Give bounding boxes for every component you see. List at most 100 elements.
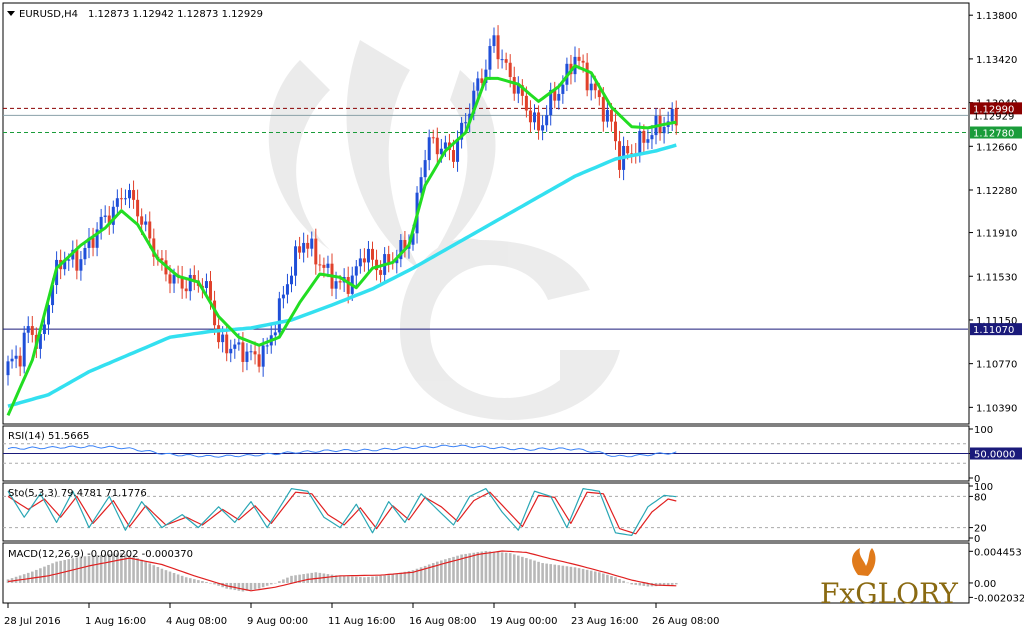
macd-bar bbox=[269, 582, 273, 585]
chart-ohlc: 1.12873 1.12942 1.12873 1.12929 bbox=[88, 9, 263, 20]
macd-bar bbox=[480, 551, 484, 583]
price-tick-label: 1.13420 bbox=[976, 55, 1017, 66]
macd-bar bbox=[241, 582, 245, 592]
time-tick-label: 9 Aug 00:00 bbox=[247, 616, 308, 627]
macd-bar bbox=[233, 582, 237, 591]
osc-tick-label: 0 bbox=[974, 534, 980, 545]
time-tick-label: 23 Aug 16:00 bbox=[571, 616, 638, 627]
osc-tick-label: -0.002032 bbox=[974, 593, 1024, 604]
macd-bar bbox=[472, 552, 476, 583]
macd-bar bbox=[618, 579, 621, 583]
macd-bar bbox=[670, 582, 674, 585]
macd-bar bbox=[371, 576, 374, 583]
macd-bar bbox=[557, 565, 561, 583]
macd-bar bbox=[367, 576, 370, 583]
macd-bar bbox=[59, 560, 62, 583]
macd-bar bbox=[26, 572, 30, 583]
macd-bar bbox=[140, 559, 143, 583]
macd-bar bbox=[602, 573, 605, 583]
macd-bar bbox=[274, 582, 277, 584]
macd-bar bbox=[39, 568, 42, 583]
chart-window: EURUSD,H4 1.12873 1.12942 1.12873 1.1292… bbox=[0, 0, 1024, 636]
macd-bar bbox=[136, 558, 139, 583]
macd-bar bbox=[156, 566, 160, 583]
macd-bar bbox=[375, 576, 378, 583]
macd-bar bbox=[253, 582, 257, 590]
macd-bar bbox=[342, 576, 346, 583]
level-label-support: 1.12780 bbox=[970, 126, 1022, 140]
osc-tick-label: 80 bbox=[974, 492, 987, 503]
macd-bar bbox=[387, 575, 390, 583]
macd-bar bbox=[306, 573, 309, 583]
macd-bar bbox=[338, 575, 342, 583]
macd-bar bbox=[517, 555, 520, 583]
svg-text:1.12780: 1.12780 bbox=[973, 129, 1014, 140]
macd-bar bbox=[132, 556, 135, 583]
macd-bar bbox=[302, 574, 305, 583]
macd-bar bbox=[290, 575, 293, 583]
macd-bar bbox=[350, 576, 354, 583]
macd-bar bbox=[359, 577, 362, 583]
macd-bar bbox=[213, 582, 216, 585]
macd-bar bbox=[476, 552, 480, 583]
macd-bar bbox=[642, 582, 646, 586]
macd-bar bbox=[525, 558, 528, 583]
macd-bar bbox=[521, 556, 524, 583]
svg-text:1.11070: 1.11070 bbox=[973, 325, 1014, 336]
macd-bar bbox=[237, 582, 241, 591]
macd-bar bbox=[286, 577, 289, 583]
stochastic-panel bbox=[2, 482, 970, 542]
price-axis: 1.138001.134201.130401.126601.122801.119… bbox=[969, 11, 1022, 414]
macd-bar bbox=[468, 553, 471, 583]
macd-bar bbox=[549, 564, 552, 583]
osc-tick-label: 100 bbox=[974, 425, 993, 436]
candle bbox=[22, 325, 26, 374]
macd-bar bbox=[577, 568, 581, 583]
macd-bar bbox=[565, 566, 569, 583]
macd-bar bbox=[492, 551, 496, 583]
macd-bar bbox=[209, 582, 212, 584]
macd-bar bbox=[508, 553, 512, 583]
macd-bar bbox=[31, 571, 34, 583]
macd-bar bbox=[622, 580, 625, 583]
osc-tick-label: 0.00 bbox=[974, 579, 996, 590]
macd-bar bbox=[589, 570, 593, 583]
price-tick-label: 1.11530 bbox=[976, 272, 1017, 283]
macd-bar bbox=[47, 564, 50, 583]
macd-bar bbox=[188, 578, 192, 583]
rsi-axis: 100050.0000 bbox=[969, 425, 1022, 485]
macd-bar bbox=[484, 550, 488, 583]
macd-bar bbox=[249, 582, 253, 591]
price-tick-label: 1.11910 bbox=[976, 229, 1017, 240]
macd-bar bbox=[610, 576, 613, 583]
candle bbox=[277, 291, 281, 339]
macd-bar bbox=[326, 574, 330, 583]
macd-bar bbox=[201, 581, 204, 583]
macd-bar bbox=[553, 564, 557, 583]
level-label-support-2: 1.11070 bbox=[970, 323, 1022, 336]
macd-bar bbox=[379, 575, 382, 583]
time-tick-label: 4 Aug 08:00 bbox=[166, 616, 227, 627]
macd-bar bbox=[282, 579, 285, 583]
time-tick-label: 1 Aug 16:00 bbox=[85, 616, 146, 627]
time-axis: 28 Jul 2016 1 Aug 16:00 4 Aug 08:00 9 Aug 0… bbox=[4, 603, 719, 627]
macd-bar bbox=[614, 577, 617, 583]
macd-bar bbox=[75, 557, 79, 583]
macd-bar bbox=[205, 582, 208, 583]
price-tick-label: 1.10770 bbox=[976, 360, 1017, 371]
macd-bar bbox=[606, 574, 609, 583]
macd-bar bbox=[83, 556, 87, 583]
time-tick-label: 11 Aug 16:00 bbox=[328, 616, 395, 627]
macd-bar bbox=[391, 574, 395, 583]
time-tick-label: 28 Jul 2016 bbox=[4, 616, 61, 627]
chart-header: EURUSD,H4 1.12873 1.12942 1.12873 1.1292… bbox=[7, 9, 263, 20]
macd-bar bbox=[630, 582, 633, 585]
macd-bar bbox=[51, 563, 54, 583]
macd-bar bbox=[310, 572, 314, 583]
price-tick-label: 1.13800 bbox=[976, 11, 1017, 22]
macd-bar bbox=[160, 568, 164, 583]
macd-bar bbox=[581, 568, 585, 583]
macd-bar bbox=[164, 570, 168, 583]
osc-tick-label: 20 bbox=[974, 524, 987, 535]
macd-bar bbox=[638, 582, 642, 586]
